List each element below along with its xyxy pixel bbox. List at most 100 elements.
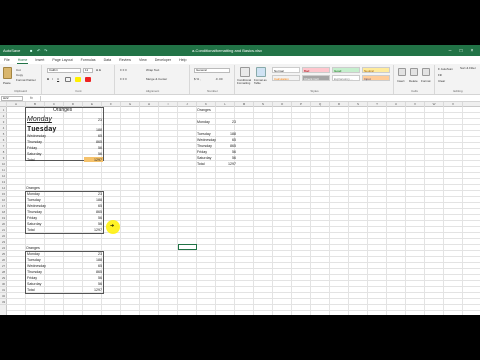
tab-home[interactable]: Home	[16, 56, 29, 64]
tab-view[interactable]: View	[138, 56, 148, 64]
tab-data[interactable]: Data	[103, 56, 113, 64]
title-bar: AutoSave ■ ↶ ↷ a-Conditionalformatting a…	[0, 45, 480, 56]
formula-bar: H22 fx	[0, 95, 480, 102]
copy-button[interactable]: Copy	[16, 73, 23, 77]
spreadsheet-grid[interactable]: ABCDEFGHIJKLMNOPQRSTUVWX 1 2 3 4 5 6 7 8 9 10 11 12…	[0, 102, 480, 315]
style-calculation[interactable]: Calculation	[272, 75, 300, 81]
editing-label: Editing	[453, 89, 463, 93]
save-icon[interactable]: ■	[30, 48, 34, 53]
font-label: Font	[75, 89, 82, 93]
tab-insert[interactable]: Insert	[34, 56, 45, 64]
table-3-day: Total	[27, 228, 35, 232]
undo-icon[interactable]: ↶	[37, 48, 41, 53]
tab-developer[interactable]: Developer	[154, 56, 172, 64]
close-icon[interactable]: ×	[468, 48, 476, 55]
bold-icon[interactable]: B	[47, 77, 49, 81]
table-4-day: Total	[27, 288, 35, 292]
table-2-value: 23	[232, 120, 236, 124]
format-button[interactable]: Format	[421, 79, 431, 83]
format-as-table-button[interactable]: Format as Table	[254, 78, 269, 86]
cells-group: Insert Delete Format Cells	[395, 65, 435, 94]
table-1-title: Oranges	[53, 106, 73, 113]
delete-button[interactable]: Delete	[409, 79, 418, 83]
cell-area[interactable]: Oranges Monday 23 Tuesday 188 Wednesday …	[7, 107, 480, 315]
table-2-day: Monday	[197, 120, 210, 124]
insert-button[interactable]: Insert	[397, 79, 405, 83]
table-1-day: Total	[27, 158, 35, 162]
table-1-value: 1297	[94, 157, 102, 162]
styles-group: Conditional Formatting Format as Table N…	[236, 65, 394, 94]
table-1-day: Monday	[27, 116, 52, 123]
style-neutral[interactable]: Neutral	[362, 67, 390, 73]
insert-icon[interactable]	[398, 68, 406, 76]
align-left-icon[interactable]: ≡ ≡ ≡	[120, 77, 127, 81]
paste-button[interactable]: Paste	[3, 81, 11, 85]
conditional-formatting-icon[interactable]	[240, 67, 250, 77]
fx-icon[interactable]: fx	[30, 96, 33, 100]
number-group: General $ % , .0 .00 Number	[191, 65, 235, 94]
tab-review[interactable]: Review	[118, 56, 132, 64]
row-header[interactable]: 33	[0, 299, 7, 305]
mouse-pointer-icon: ➜	[110, 223, 115, 229]
font-size-select[interactable]: 11	[83, 68, 93, 73]
decimal-icon[interactable]: .0 .00	[215, 77, 223, 81]
font-name-select[interactable]: Calibri	[47, 68, 81, 73]
font-group: Calibri 11 A A B I U Font	[43, 65, 115, 94]
style-input[interactable]: Input	[362, 75, 390, 81]
clear-button[interactable]: Clear	[438, 79, 445, 83]
alignment-group: ≡ ≡ ≡ ≡ ≡ ≡ Wrap Text Merge & Center Ali…	[116, 65, 190, 94]
merge-center-button[interactable]: Merge & Center	[146, 77, 167, 81]
paste-icon[interactable]	[3, 67, 12, 79]
fill-color-icon[interactable]	[75, 77, 81, 82]
table-2-value: 1297	[228, 162, 236, 166]
table-3-value: 1297	[94, 228, 102, 232]
number-label: Number	[207, 89, 218, 93]
autosum-button[interactable]: Σ AutoSum	[438, 67, 453, 71]
name-box[interactable]: H22	[1, 96, 23, 101]
cut-button[interactable]: Cut	[16, 68, 21, 72]
borders-icon[interactable]	[65, 77, 71, 82]
workbook-title: a-Conditionalformatting and Basics.xlsx	[192, 48, 263, 53]
style-bad[interactable]: Bad	[302, 67, 330, 73]
table-1-value: 23	[98, 118, 102, 122]
quick-access-toolbar: ■ ↶ ↷	[30, 48, 48, 53]
tab-page-layout[interactable]: Page Layout	[51, 56, 73, 64]
style-check-cell[interactable]: Check Cell	[302, 75, 330, 81]
italic-icon[interactable]: I	[52, 77, 53, 81]
styles-label: Styles	[310, 89, 319, 93]
fill-button[interactable]: Fill	[438, 73, 442, 77]
wrap-text-button[interactable]: Wrap Text	[146, 68, 159, 72]
format-painter-button[interactable]: Format Painter	[16, 78, 36, 82]
clipboard-label: Clipboard	[14, 89, 27, 93]
delete-icon[interactable]	[410, 68, 418, 76]
tab-help[interactable]: Help	[178, 56, 187, 64]
style-normal[interactable]: Normal	[272, 67, 300, 73]
format-icon[interactable]	[422, 68, 430, 76]
font-color-icon[interactable]	[85, 77, 91, 82]
table-2-day: Total	[197, 162, 205, 166]
format-table-icon[interactable]	[256, 67, 266, 77]
underline-icon[interactable]: U	[57, 77, 59, 81]
clipboard-group: Paste Cut Copy Format Painter Clipboard	[0, 65, 42, 94]
autosave-label[interactable]: AutoSave	[3, 48, 20, 53]
minimize-icon[interactable]: –	[446, 48, 454, 55]
sort-filter-button[interactable]: Sort & Filter	[460, 66, 476, 70]
style-good[interactable]: Good	[332, 67, 360, 73]
redo-icon[interactable]: ↷	[44, 48, 48, 53]
table-2-title: Oranges	[197, 108, 211, 112]
ribbon: Paste Cut Copy Format Painter Clipboard …	[0, 64, 480, 95]
grow-font-icon[interactable]: A A	[96, 68, 101, 72]
maximize-icon[interactable]: □	[457, 48, 465, 55]
row-headers: 1 2 3 4 5 6 7 8 9 10 11 12 13 14 15 16 17 18 19 20 21 22 23 24 2…	[0, 107, 7, 315]
number-format-select[interactable]: General	[194, 68, 230, 73]
tab-formulas[interactable]: Formulas	[80, 56, 97, 64]
tab-file[interactable]: File	[3, 56, 11, 64]
alignment-label: Alignment	[145, 89, 160, 93]
formula-input[interactable]	[40, 96, 476, 101]
selected-cell[interactable]	[178, 244, 197, 250]
ribbon-tabs: File Home Insert Page Layout Formulas Da…	[0, 56, 480, 64]
style-explanatory[interactable]: Explanatory ...	[332, 75, 360, 81]
conditional-formatting-button[interactable]: Conditional Formatting	[237, 78, 253, 86]
currency-icon[interactable]: $ % ,	[194, 77, 201, 81]
align-top-icon[interactable]: ≡ ≡ ≡	[120, 68, 127, 72]
